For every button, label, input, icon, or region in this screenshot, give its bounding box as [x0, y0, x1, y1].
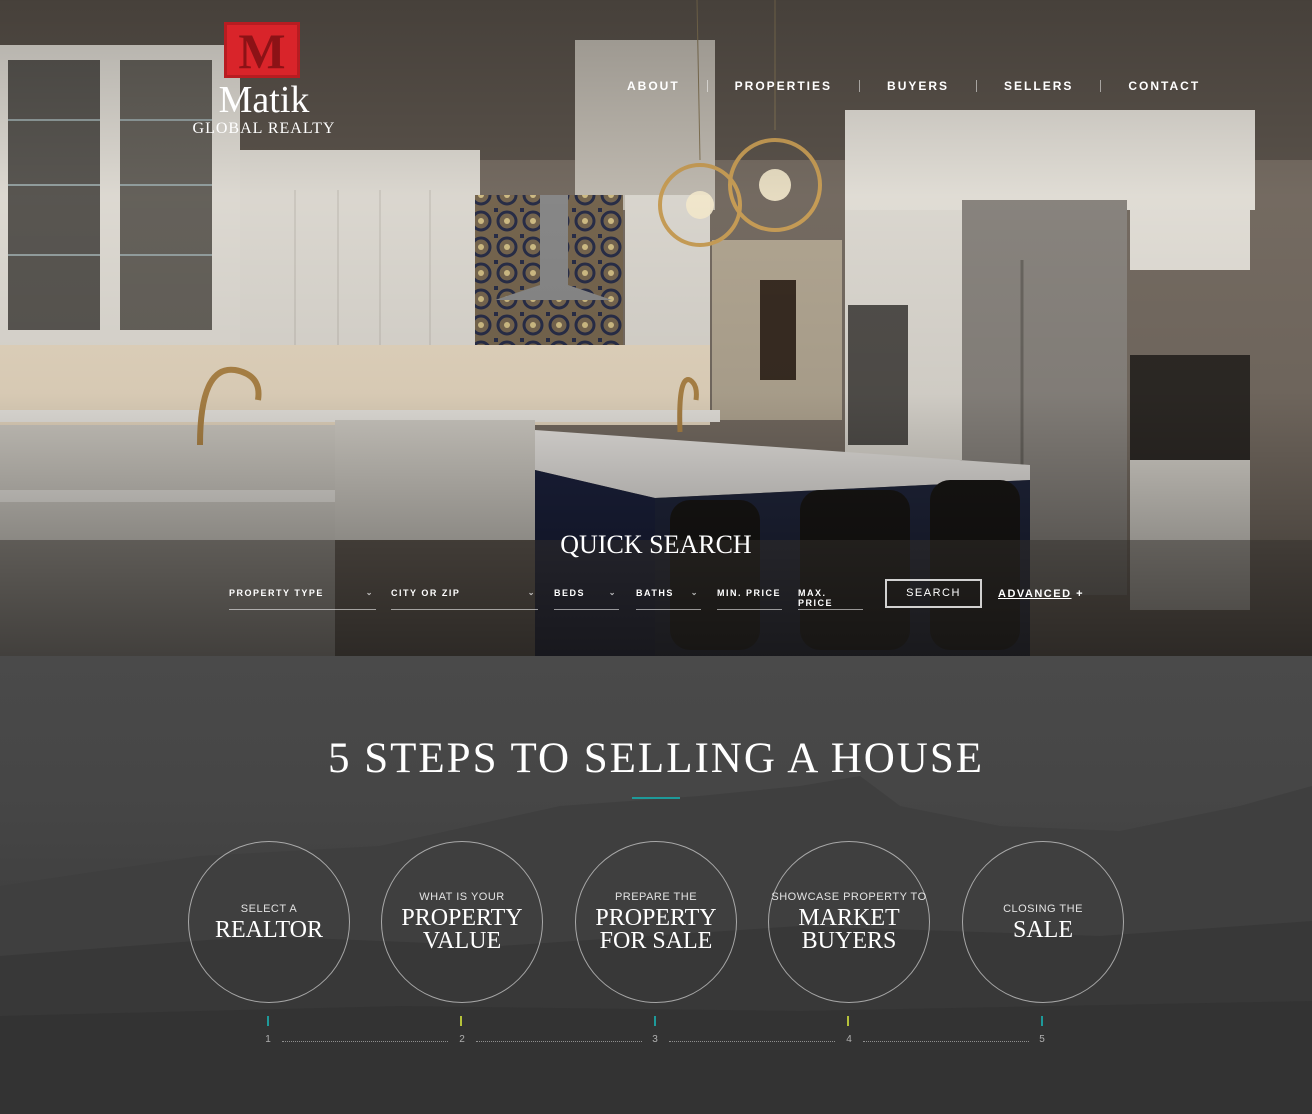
- step-5-heading: SALE: [1013, 916, 1073, 943]
- advanced-label: ADVANCED: [998, 588, 1072, 600]
- step-2-number: 2: [459, 1034, 465, 1045]
- step-2-circle[interactable]: WHAT IS YOUR PROPERTY VALUE: [381, 841, 543, 1003]
- nav-properties[interactable]: PROPERTIES: [708, 79, 859, 93]
- nav-about[interactable]: ABOUT: [600, 79, 707, 93]
- chevron-down-icon: ⌄: [690, 588, 699, 597]
- main-nav: ABOUT PROPERTIES BUYERS SELLERS CONTACT: [600, 76, 1227, 96]
- brand-tagline: GLOBAL REALTY: [192, 120, 336, 137]
- step-5-kicker: CLOSING THE: [1003, 902, 1083, 915]
- step-3-circle[interactable]: PREPARE THE PROPERTY FOR SALE: [575, 841, 737, 1003]
- city-zip-label: CITY OR ZIP: [391, 588, 461, 598]
- min-price-input[interactable]: MIN. PRICE: [717, 580, 782, 610]
- brand-logo[interactable]: M Matik GLOBAL REALTY: [186, 20, 342, 140]
- step-1-circle[interactable]: SELECT A REALTOR: [188, 841, 350, 1003]
- nav-contact[interactable]: CONTACT: [1101, 79, 1227, 93]
- nav-sellers[interactable]: SELLERS: [977, 79, 1100, 93]
- steps-title: 5 STEPS TO SELLING A HOUSE: [327, 735, 985, 782]
- chevron-down-icon: ⌄: [527, 588, 536, 597]
- max-price-label: MAX. PRICE: [798, 588, 834, 608]
- step-connector: [476, 1041, 642, 1042]
- title-underline: [632, 797, 680, 799]
- logo-mark-icon: M: [224, 22, 300, 78]
- step-3-kicker: PREPARE THE: [614, 891, 698, 903]
- step-connector: [863, 1041, 1029, 1042]
- min-price-label: MIN. PRICE: [717, 588, 782, 598]
- step-4-circle[interactable]: SHOWCASE PROPERTY TO MARKET BUYERS: [768, 841, 930, 1003]
- baths-label: BATHS: [636, 588, 674, 598]
- beds-select[interactable]: BEDS ⌄: [554, 580, 619, 610]
- beds-label: BEDS: [554, 588, 586, 598]
- step-2-heading: PROPERTY VALUE: [401, 905, 523, 954]
- city-zip-select[interactable]: CITY OR ZIP ⌄: [391, 580, 538, 610]
- step-4-kicker: SHOWCASE PROPERTY TO: [771, 891, 927, 903]
- step-4-number: 4: [846, 1034, 852, 1045]
- nav-buyers[interactable]: BUYERS: [860, 79, 976, 93]
- step-connector: [669, 1041, 835, 1042]
- search-button[interactable]: SEARCH: [885, 579, 982, 608]
- step-connector: [282, 1041, 448, 1042]
- property-type-select[interactable]: PROPERTY TYPE ⌄: [229, 580, 376, 610]
- step-5-tick: [1041, 1016, 1043, 1026]
- step-3-heading: PROPERTY FOR SALE: [595, 905, 717, 954]
- plus-icon: +: [1076, 588, 1085, 600]
- step-5-number: 5: [1039, 1034, 1045, 1045]
- step-1-kicker: SELECT A: [240, 902, 298, 915]
- brand-name: Matik: [218, 79, 310, 121]
- advanced-search-link[interactable]: ADVANCED +: [998, 588, 1084, 600]
- step-2-tick: [460, 1016, 462, 1026]
- step-1-number: 1: [265, 1034, 271, 1045]
- step-3-number: 3: [652, 1034, 658, 1045]
- max-price-input[interactable]: MAX. PRICE: [798, 580, 863, 610]
- property-type-label: PROPERTY TYPE: [229, 588, 324, 598]
- chevron-down-icon: ⌄: [608, 588, 617, 597]
- step-2-kicker: WHAT IS YOUR: [419, 891, 505, 903]
- step-3-tick: [654, 1016, 656, 1026]
- step-4-heading: MARKET BUYERS: [798, 905, 900, 954]
- chevron-down-icon: ⌄: [365, 588, 374, 597]
- baths-select[interactable]: BATHS ⌄: [636, 580, 701, 610]
- selling-steps-section: 5 STEPS TO SELLING A HOUSE SELECT A REAL…: [0, 656, 1312, 1114]
- quick-search-title: QUICK SEARCH: [560, 530, 752, 559]
- hero-section: M Matik GLOBAL REALTY ABOUT PROPERTIES B…: [0, 0, 1312, 656]
- step-1-heading: REALTOR: [214, 916, 324, 943]
- step-5-circle[interactable]: CLOSING THE SALE: [962, 841, 1124, 1003]
- step-4-tick: [847, 1016, 849, 1026]
- step-1-tick: [267, 1016, 269, 1026]
